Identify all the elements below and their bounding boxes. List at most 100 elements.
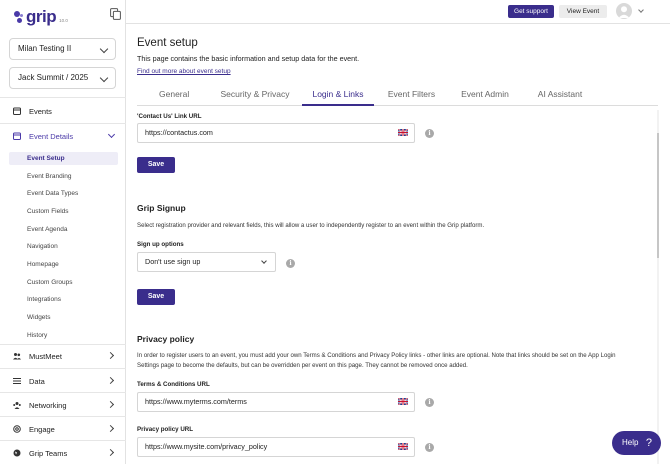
sidebar-subitem-widgets[interactable]: Widgets [27, 311, 50, 324]
chevron-down-icon[interactable] [638, 7, 644, 13]
privacy-url-input[interactable]: https://www.mysite.com/privacy_policy [137, 437, 415, 457]
uk-flag-icon[interactable] [398, 443, 408, 450]
contact-url-value: https://contactus.com [145, 128, 213, 137]
sidebar-subitem-event-data-types[interactable]: Event Data Types [27, 187, 78, 200]
contact-url-label: 'Contact Us' Link URL [137, 113, 202, 120]
sidebar-item-event-details[interactable]: Event Details [0, 126, 125, 146]
tab-bar: General Security & Privacy Login & Links… [137, 86, 658, 106]
sidebar-divider [0, 440, 126, 441]
sidebar-item-engage[interactable]: Engage [0, 419, 125, 439]
sidebar-subitem-integrations[interactable]: Integrations [27, 293, 61, 306]
uk-flag-icon[interactable] [398, 398, 408, 405]
sidebar-item-label: MustMeet [29, 351, 62, 361]
calendar-icon [13, 107, 21, 115]
signup-save-button[interactable]: Save [137, 289, 175, 305]
signup-options-label: Sign up options [137, 241, 184, 248]
sidebar-item-networking[interactable]: Networking [0, 395, 125, 415]
tab-event-filters[interactable]: Event Filters [386, 86, 437, 106]
sidebar-item-label: Engage [29, 424, 55, 434]
users-icon [13, 353, 21, 360]
chevron-right-icon [106, 351, 115, 360]
get-support-button[interactable]: Get support [508, 5, 554, 18]
view-event-button[interactable]: View Event [559, 5, 607, 18]
sidebar-subitem-event-setup[interactable]: Event Setup [9, 152, 118, 165]
chevron-right-icon [106, 376, 115, 385]
sidebar-subitem-navigation[interactable]: Navigation [27, 240, 58, 253]
grip-logo[interactable]: grip 10.0 [14, 7, 68, 25]
copy-icon[interactable] [110, 8, 121, 20]
sidebar-item-label: Data [29, 376, 45, 386]
tab-general[interactable]: General [159, 86, 189, 106]
info-icon[interactable]: i [425, 129, 434, 138]
help-label: Help [622, 438, 639, 447]
chevron-right-icon [106, 400, 115, 409]
chevron-right-icon [106, 448, 115, 457]
globe-icon [13, 449, 21, 457]
list-icon [13, 378, 21, 384]
calendar-icon [13, 132, 21, 140]
terms-url-value: https://www.myterms.com/terms [145, 397, 247, 406]
sidebar-divider [0, 123, 126, 124]
sidebar-subitem-history[interactable]: History [27, 329, 47, 342]
chevron-down-icon [99, 44, 109, 54]
grip-signup-heading: Grip Signup [137, 203, 186, 213]
sidebar-item-grip-teams[interactable]: Grip Teams [0, 443, 125, 463]
chevron-down-icon [261, 258, 267, 264]
sidebar-divider [0, 344, 126, 345]
privacy-url-value: https://www.mysite.com/privacy_policy [145, 442, 268, 451]
info-icon[interactable]: i [286, 259, 295, 268]
info-icon[interactable]: i [425, 443, 434, 452]
tab-security-privacy[interactable]: Security & Privacy [219, 86, 291, 106]
network-icon [13, 402, 21, 409]
event-select[interactable]: Jack Summit / 2025 [9, 67, 116, 89]
sidebar-subitem-custom-fields[interactable]: Custom Fields [27, 205, 69, 218]
sidebar-subitem-custom-groups[interactable]: Custom Groups [27, 276, 73, 289]
sidebar-item-label: Grip Teams [29, 448, 68, 458]
sidebar-subitem-event-branding[interactable]: Event Branding [27, 170, 71, 183]
help-link[interactable]: Find out more about event setup [137, 68, 231, 75]
sidebar-subitem-homepage[interactable]: Homepage [27, 258, 59, 271]
help-button[interactable]: Help ? [612, 431, 661, 455]
sidebar-divider [0, 368, 126, 369]
avatar[interactable] [616, 3, 632, 19]
terms-url-input[interactable]: https://www.myterms.com/terms [137, 392, 415, 412]
question-mark-icon: ? [645, 437, 652, 449]
org-select[interactable]: Milan Testing II [9, 38, 116, 60]
info-icon[interactable]: i [425, 398, 434, 407]
sidebar-item-data[interactable]: Data [0, 371, 125, 391]
contact-url-input[interactable]: https://contactus.com [137, 123, 415, 143]
top-bar: Get support View Event [126, 0, 670, 24]
tab-ai-assistant[interactable]: AI Assistant [535, 86, 585, 106]
tab-event-admin[interactable]: Event Admin [459, 86, 511, 106]
contact-save-button[interactable]: Save [137, 157, 175, 173]
event-select-value: Jack Summit / 2025 [18, 73, 89, 82]
sidebar-divider [0, 416, 126, 417]
sidebar-item-mustmeet[interactable]: MustMeet [0, 346, 125, 366]
tab-login-links[interactable]: Login & Links [302, 86, 374, 106]
sidebar-subitem-event-agenda[interactable]: Event Agenda [27, 223, 67, 236]
sidebar: grip 10.0 Milan Testing II Jack Summit /… [0, 0, 126, 464]
scrollbar-thumb[interactable] [657, 133, 659, 258]
uk-flag-icon[interactable] [398, 129, 408, 136]
sidebar-item-label: Events [29, 106, 52, 116]
logo-version: 10.0 [59, 18, 68, 23]
sidebar-divider [0, 392, 126, 393]
chevron-down-icon [99, 73, 109, 83]
privacy-policy-description: In order to register users to an event, … [137, 352, 616, 369]
org-select-value: Milan Testing II [18, 44, 72, 53]
main-content: Event setup This page contains the basic… [126, 25, 670, 464]
logo-mark-icon [14, 11, 24, 25]
privacy-policy-heading: Privacy policy [137, 334, 195, 344]
signup-options-value: Don't use sign up [145, 257, 201, 266]
terms-url-label: Terms & Conditions URL [137, 381, 210, 388]
signup-options-select[interactable]: Don't use sign up [137, 252, 276, 272]
grip-signup-description: Select registration provider and relevan… [137, 222, 485, 229]
user-icon [618, 6, 630, 18]
page-title: Event setup [137, 37, 198, 49]
sidebar-item-events[interactable]: Events [0, 101, 125, 121]
chevron-down-icon [107, 130, 116, 139]
chevron-right-icon [106, 424, 115, 433]
sidebar-item-label: Networking [29, 400, 67, 410]
privacy-url-label: Privacy policy URL [137, 426, 194, 433]
page-subtitle: This page contains the basic information… [137, 54, 360, 63]
